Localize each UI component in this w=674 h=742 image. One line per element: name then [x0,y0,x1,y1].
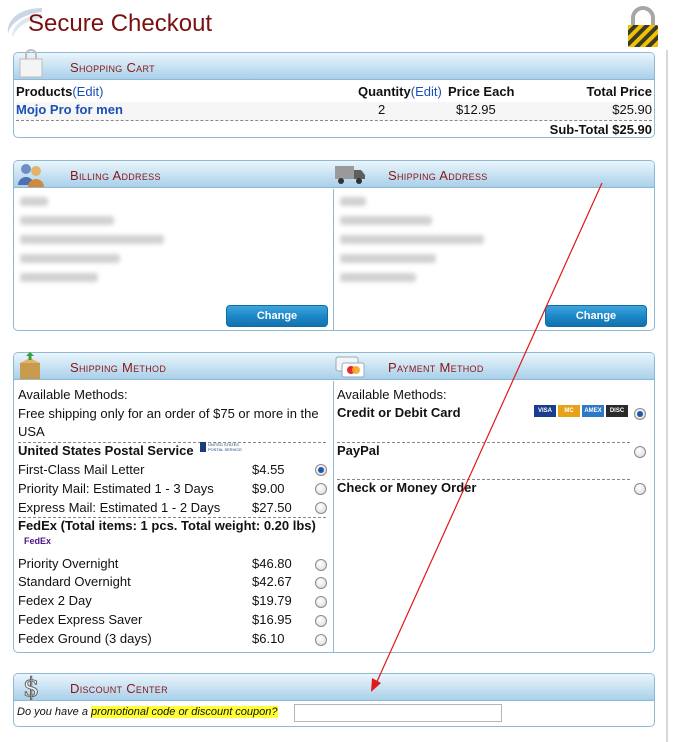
address-panel: Billing Address Shipping Address Change … [13,160,655,342]
payment-option-paypal-radio[interactable] [634,446,646,458]
svg-text:$: $ [23,673,40,700]
usps-option-3-radio[interactable] [315,502,327,514]
item-quantity: 2 [378,102,386,117]
payment-option-card-name: Credit or Debit Card [337,405,461,420]
address-column-divider [333,189,334,331]
fedex-option-1-price: $46.80 [252,556,292,571]
amex-logo-icon: AMEX [582,405,604,417]
fedex-option-4-name: Fedex Express Saver [18,612,143,627]
users-icon [18,164,44,187]
fedex-option-3-name: Fedex 2 Day [18,593,92,608]
fedex-option-1-radio[interactable] [315,559,327,571]
page-title: Secure Checkout [28,10,213,37]
shopping-cart-panel: Shopping Cart Products(Edit) Quantity(Ed… [13,49,655,140]
lock-icon [628,6,658,47]
dollar-icon: $ [23,673,41,701]
usps-option-2-price: $9.00 [252,481,285,496]
free-shipping-note: Free shipping only for an order of $75 o… [18,406,319,439]
method-column-divider [333,381,334,653]
mastercard-logo-icon: MC [558,405,580,417]
usps-option-1-radio[interactable] [315,464,327,476]
payment-divider-1 [337,442,630,443]
usps-option-1-price: $4.55 [252,462,285,477]
product-link[interactable]: Mojo Pro for men [16,102,123,117]
products-edit-link[interactable]: (Edit) [72,84,103,99]
cart-subtotal-row: Sub-Total $25.90 [16,122,652,140]
shopping-bag-icon [19,49,43,78]
fedex-option-3-price: $19.79 [252,593,292,608]
shopping-cart-header: Shopping Cart [14,49,654,80]
address-header: Billing Address Shipping Address [14,161,654,188]
fedex-option-2-price: $42.67 [252,574,292,589]
usps-option-3-price: $27.50 [252,500,292,515]
truck-icon [335,166,365,184]
usps-label: United States Postal Service [18,443,194,458]
method-panel: Shipping Method Payment Method Available… [13,352,655,653]
shipping-address-text [340,197,490,292]
shipping-change-address-button[interactable]: Change Address [545,305,647,342]
usps-option-1-name: First-Class Mail Letter [18,462,145,477]
page-scroll-rule [666,50,668,742]
payment-method-title: Payment Method [388,360,484,375]
card-logos: VISA MC AMEX DISC [534,405,628,419]
fedex-option-4-radio[interactable] [315,615,327,627]
fedex-option-5-radio[interactable] [315,634,327,646]
fedex-option-5-name: Fedex Ground (3 days) [18,631,152,646]
payment-option-check-name: Check or Money Order [337,480,477,495]
cart-divider [16,120,652,121]
promo-code-input[interactable] [294,704,502,722]
discount-prompt-highlight: promotional code or discount coupon? [91,706,278,718]
payment-option-card-radio[interactable] [634,408,646,420]
quantity-edit-link[interactable]: (Edit) [411,84,442,99]
package-icon [20,352,40,379]
visa-logo-icon: VISA [534,405,556,417]
fedex-label: FedEx (Total items: 1 pcs. Total weight:… [18,518,316,533]
cart-item-row: Mojo Pro for men 2 $12.95 $25.90 [16,102,652,120]
method-header: Shipping Method Payment Method [14,352,654,380]
fedex-option-5-price: $6.10 [252,631,285,646]
billing-address-title: Billing Address [70,168,161,183]
col-products: Products(Edit) [16,84,104,99]
fedex-logo-icon: FedEx [24,536,52,546]
usps-logo-icon: UNITED STATES POSTAL SERVICE [200,442,242,452]
shopping-cart-title: Shopping Cart [70,60,155,75]
fedex-option-2-name: Standard Overnight [18,574,131,589]
shipping-available-label: Available Methods: [18,387,128,402]
shipping-address-title: Shipping Address [388,168,488,183]
shipping-method-title: Shipping Method [70,360,167,375]
item-price-each: $12.95 [456,102,496,117]
cart-header-row: Products(Edit) Quantity(Edit) Price Each… [16,84,652,102]
payment-available-label: Available Methods: [337,387,447,402]
discount-prompt: Do you have a promotional code or discou… [17,706,278,718]
credit-card-icon [335,356,365,378]
usps-option-3-name: Express Mail: Estimated 1 - 2 Days [18,500,221,515]
payment-option-paypal-name: PayPal [337,443,380,458]
billing-address-text [20,197,170,292]
fedex-option-3-radio[interactable] [315,596,327,608]
usps-option-2-name: Priority Mail: Estimated 1 - 3 Days [18,481,214,496]
fedex-option-1-name: Priority Overnight [18,556,119,571]
discount-center-title: Discount Center [70,681,168,696]
usps-option-2-radio[interactable] [315,483,327,495]
col-total-price: Total Price [586,84,652,99]
payment-option-check-radio[interactable] [634,483,646,495]
subtotal: Sub-Total $25.90 [549,122,652,137]
discount-panel: $ Discount Center Do you have a promotio… [13,673,655,727]
col-price-each: Price Each [448,84,515,99]
discount-prompt-prefix: Do you have a [17,706,91,718]
discount-header: $ Discount Center [14,673,654,701]
billing-change-address-button[interactable]: Change Address [226,305,328,342]
discover-logo-icon: DISC [606,405,628,417]
item-total-price: $25.90 [612,102,652,117]
col-quantity: Quantity(Edit) [358,84,442,99]
fedex-option-4-price: $16.95 [252,612,292,627]
fedex-option-2-radio[interactable] [315,577,327,589]
